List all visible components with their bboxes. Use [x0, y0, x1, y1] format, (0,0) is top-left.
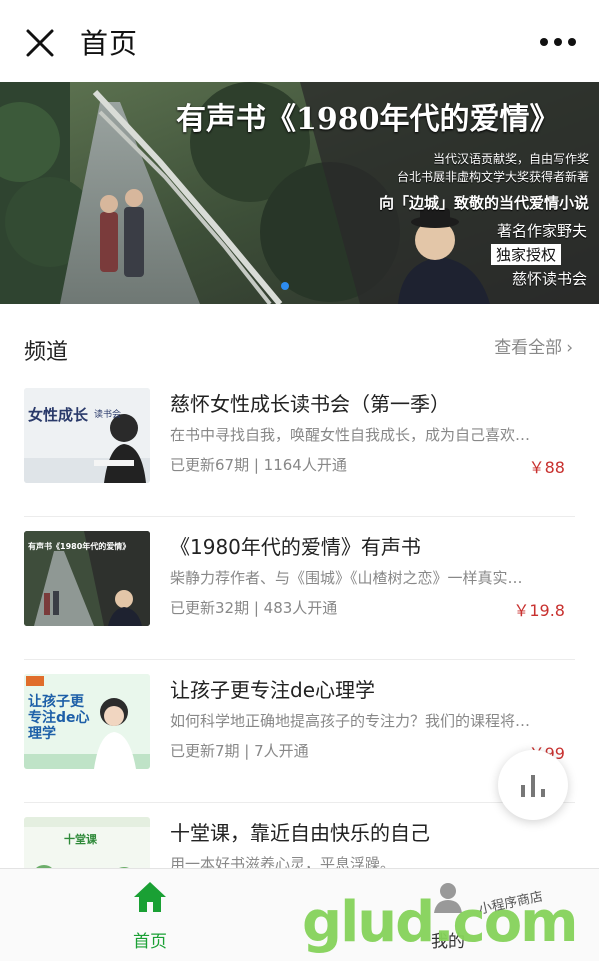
channel-item[interactable]: 女性成长 读书会 慈怀女性成长读书会（第一季） 在书中寻找自我，唤醒女性自我成长…	[0, 374, 599, 517]
banner-license-badge: 独家授权	[490, 244, 561, 265]
banner-title: 有声书《1980年代的爱情》	[176, 102, 560, 137]
promo-banner[interactable]: 有声书《1980年代的爱情》 当代汉语贡献奖，自由写作奖 台北书展非虚构文学大奖…	[0, 82, 599, 304]
bar-chart-icon	[521, 775, 545, 797]
close-icon[interactable]	[24, 27, 56, 59]
thumb-title: 有声书《1980年代的爱情》	[28, 542, 131, 551]
stats-float-button[interactable]	[498, 750, 568, 820]
more-dots-icon[interactable]	[539, 34, 577, 50]
channel-description: 在书中寻找自我，唤醒女性自我成长，成为自己喜欢…	[170, 426, 531, 444]
home-icon	[134, 882, 166, 912]
channel-thumbnail: 有声书《1980年代的爱情》	[24, 531, 150, 626]
channel-title: 十堂课，靠近自由快乐的自己	[170, 821, 430, 845]
channel-thumbnail: 女性成长 读书会	[24, 388, 150, 483]
channel-description: 用一本好书滋养心灵，平息浮躁。	[170, 855, 396, 868]
banner-brand: 慈怀读书会	[511, 270, 587, 288]
channel-item[interactable]: 有声书《1980年代的爱情》 《1980年代的爱情》有声书 柴静力荐作者、与《围…	[0, 517, 599, 660]
thumb-tag: 读书会	[94, 410, 122, 420]
chevron-right-icon: ›	[566, 338, 573, 358]
channel-meta: 已更新67期 | 1164人开通	[170, 456, 347, 474]
thumb-title: 女性成长	[28, 406, 89, 424]
channel-thumbnail: 十堂课	[24, 817, 150, 868]
channel-thumbnail: 让孩子更专注de心理学	[24, 674, 150, 769]
section-title: 频道	[24, 340, 69, 365]
channel-price: ￥19.8	[513, 601, 565, 620]
channel-description: 柴静力荐作者、与《围城》《山楂树之恋》一样真实…	[170, 569, 523, 587]
watermark: glud.com 小程序商店	[300, 880, 599, 960]
thumb-title: 十堂课	[64, 833, 97, 846]
channel-title: 慈怀女性成长读书会（第一季）	[170, 392, 450, 416]
banner-author: 著名作家野夫	[496, 222, 587, 240]
channel-meta: 已更新32期 | 483人开通	[170, 599, 338, 617]
channel-title: 让孩子更专注de心理学	[170, 678, 375, 702]
banner-slogan: 向「边城」致敬的当代爱情小说	[378, 194, 589, 212]
banner-subtitle-2: 台北书展非虚构文学大奖获得者新著	[396, 170, 589, 184]
channel-price: ￥88	[528, 458, 565, 477]
channel-title: 《1980年代的爱情》有声书	[170, 535, 421, 559]
tab-home-label: 首页	[133, 932, 167, 952]
banner-subtitle-1: 当代汉语贡献奖，自由写作奖	[432, 152, 589, 166]
page-title: 首页	[80, 27, 139, 60]
top-bar: 首页	[0, 0, 599, 82]
banner-pager-dot	[281, 282, 289, 290]
channel-description: 如何科学地正确地提高孩子的专注力？我们的课程将…	[170, 712, 531, 730]
thumb-title: 让孩子更专注de心理学	[28, 694, 90, 742]
view-all-link[interactable]: 查看全部 ›	[494, 333, 573, 358]
view-all-label: 查看全部	[494, 338, 563, 358]
channel-meta: 已更新7期 | 7人开通	[170, 742, 309, 760]
channel-item[interactable]: 十堂课 十堂课，靠近自由快乐的自己 用一本好书滋养心灵，平息浮躁。	[0, 803, 599, 868]
channel-section-header: 频道 查看全部 ›	[0, 316, 599, 376]
tab-home[interactable]: 首页	[90, 869, 210, 961]
